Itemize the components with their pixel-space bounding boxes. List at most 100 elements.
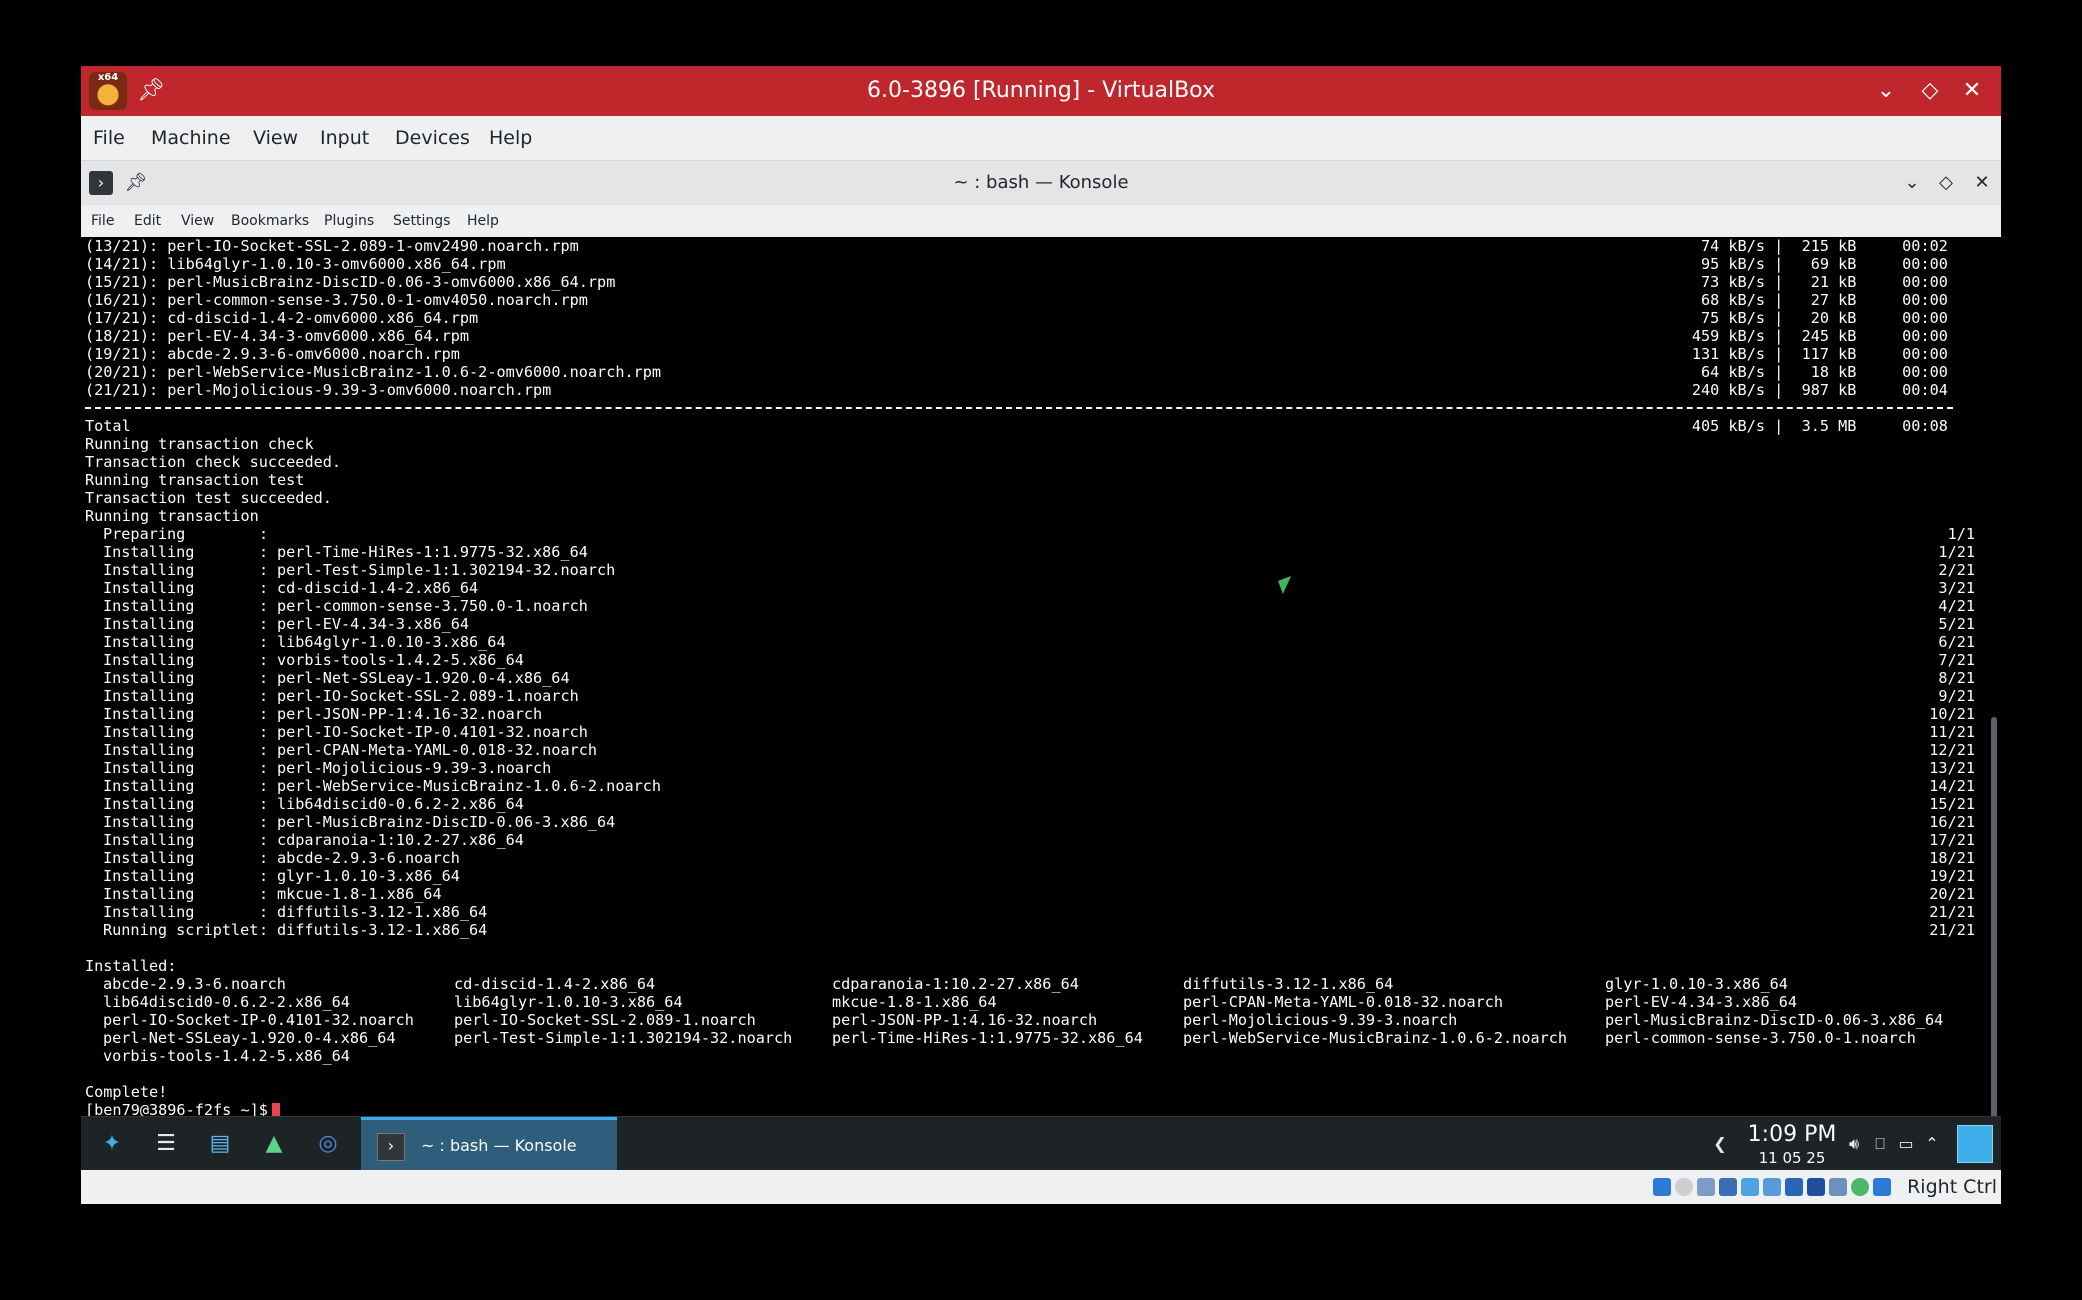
konsole-titlebar[interactable]: › 📌︎ ~ : bash — Konsole ⌄ ◇ ✕ xyxy=(81,161,2001,205)
konsole-menu-settings[interactable]: Settings xyxy=(393,205,450,237)
display-icon[interactable] xyxy=(1785,1178,1803,1196)
cpu-icon[interactable] xyxy=(1829,1178,1847,1196)
step-action: Installing xyxy=(103,723,195,741)
usb-icon[interactable] xyxy=(1741,1178,1759,1196)
minimize-icon[interactable]: ⌄ xyxy=(1897,168,1927,198)
step-package: cd-discid-1.4-2.x86_64 xyxy=(277,579,479,597)
step-package: vorbis-tools-1.4.2-5.x86_64 xyxy=(277,651,524,669)
download-name: (19/21): abcde-2.9.3-6-omv6000.noarch.rp… xyxy=(85,345,460,363)
konsole-menu-edit[interactable]: Edit xyxy=(134,205,161,237)
stat-gap xyxy=(1856,309,1902,327)
battery-icon[interactable]: ▭ xyxy=(1895,1133,1917,1155)
menu-machine[interactable]: Machine xyxy=(151,116,231,160)
clock-time[interactable]: 1:09 PM xyxy=(1747,1122,1837,1147)
step-action: Preparing xyxy=(103,525,186,543)
audio-icon[interactable] xyxy=(1697,1178,1715,1196)
step-action: Installing xyxy=(103,669,195,687)
menu-file[interactable]: File xyxy=(93,116,125,160)
network-adapter-icon[interactable] xyxy=(1719,1178,1737,1196)
download-stats: 131 kB/s | 117 kB 00:00 xyxy=(1685,345,1948,363)
install-step-line: Installing: abcde-2.9.3-6.noarch 18/21 xyxy=(85,849,1975,867)
minimize-icon[interactable]: ⌄ xyxy=(1871,76,1901,106)
optical-drive-icon[interactable] xyxy=(1675,1178,1693,1196)
step-progress: 10/21 xyxy=(1929,705,1975,723)
terminal-scrollbar[interactable] xyxy=(1991,717,1997,1122)
menu-devices[interactable]: Devices xyxy=(395,116,470,160)
show-desktop-button[interactable] xyxy=(1957,1125,1993,1163)
download-name: (14/21): lib64glyr-1.0.10-3-omv6000.x86_… xyxy=(85,255,506,273)
step-progress: 13/21 xyxy=(1929,759,1975,777)
installed-row: vorbis-tools-1.4.2-5.x86_64 xyxy=(85,1047,1975,1065)
konsole-menu-bookmarks[interactable]: Bookmarks xyxy=(231,205,309,237)
konsole-menu-view[interactable]: View xyxy=(181,205,214,237)
clock-date[interactable]: 11 05 25 xyxy=(1747,1149,1837,1167)
maximize-icon[interactable]: ◇ xyxy=(1915,76,1945,106)
step-colon: : xyxy=(259,579,269,597)
network-icon[interactable]: ⎕ xyxy=(1869,1133,1891,1155)
terminal-view[interactable]: (13/21): perl-IO-Socket-SSL-2.089-1-omv2… xyxy=(81,237,2001,1181)
step-colon: : xyxy=(259,813,269,831)
keyboard-capture-icon[interactable] xyxy=(1873,1178,1891,1196)
konsole-menu-plugins[interactable]: Plugins xyxy=(324,205,374,237)
tray-expand-icon[interactable]: ⌃ xyxy=(1921,1133,1943,1155)
step-colon: : xyxy=(259,885,269,903)
menu-view[interactable]: View xyxy=(253,116,298,160)
back-arrow-icon[interactable]: ❮ xyxy=(1709,1133,1731,1155)
step-colon: : xyxy=(259,849,269,867)
browser-icon[interactable]: ◎ xyxy=(311,1127,345,1161)
stat-gap xyxy=(1856,381,1902,399)
konsole-menu-help[interactable]: Help xyxy=(467,205,499,237)
step-package: abcde-2.9.3-6.noarch xyxy=(277,849,460,867)
application-launcher-icon[interactable]: ✦ xyxy=(95,1127,129,1161)
step-action: Installing xyxy=(103,561,195,579)
step-package: perl-Net-SSLeay-1.920.0-4.x86_64 xyxy=(277,669,570,687)
maximize-icon[interactable]: ◇ xyxy=(1931,168,1961,198)
download-line: (18/21): perl-EV-4.34-3-omv6000.x86_64.r… xyxy=(85,327,1975,345)
installed-package: perl-WebService-MusicBrainz-1.0.6-2.noar… xyxy=(1183,1029,1568,1047)
volume-icon[interactable]: 🔊︎ xyxy=(1843,1133,1865,1155)
hard-disk-icon[interactable] xyxy=(1653,1178,1671,1196)
mouse-integration-icon[interactable] xyxy=(1851,1178,1869,1196)
install-step-line: Installing: perl-EV-4.34-3.x86_64 5/21 xyxy=(85,615,1975,633)
vbox-statusbar: Right Ctrl xyxy=(81,1170,2001,1204)
stat-separator: | xyxy=(1765,381,1793,399)
close-icon[interactable]: ✕ xyxy=(1967,168,1997,198)
step-package: mkcue-1.8-1.x86_64 xyxy=(277,885,442,903)
installed-package: perl-IO-Socket-IP-0.4101-32.noarch xyxy=(103,1011,414,1029)
install-step-line: Installing: lib64discid0-0.6.2-2.x86_64 15… xyxy=(85,795,1975,813)
file-manager-icon[interactable]: ▤ xyxy=(203,1127,237,1161)
system-settings-icon[interactable]: ☰ xyxy=(149,1127,183,1161)
menu-input[interactable]: Input xyxy=(320,116,369,160)
total-time: 00:08 xyxy=(1902,417,1948,435)
menu-help[interactable]: Help xyxy=(489,116,532,160)
download-line: (21/21): perl-Mojolicious-9.39-3-omv6000… xyxy=(85,381,1975,399)
shared-folders-icon[interactable] xyxy=(1763,1178,1781,1196)
step-progress: 9/21 xyxy=(1938,687,1975,705)
install-step-line: Installing: lib64glyr-1.0.10-3.x86_64 6/21 xyxy=(85,633,1975,651)
step-progress: 20/21 xyxy=(1929,885,1975,903)
close-icon[interactable]: ✕ xyxy=(1957,76,1987,106)
step-colon: : xyxy=(259,669,269,687)
recording-icon[interactable] xyxy=(1807,1178,1825,1196)
download-speed: 64 kB/s xyxy=(1700,363,1765,381)
download-speed: 73 kB/s xyxy=(1700,273,1765,291)
step-colon: : xyxy=(259,741,269,759)
step-package: lib64glyr-1.0.10-3.x86_64 xyxy=(277,633,506,651)
image-viewer-icon[interactable]: ▲ xyxy=(257,1127,291,1161)
install-step-line: Installing: perl-IO-Socket-IP-0.4101-32.n… xyxy=(85,723,1975,741)
konsole-menu-file[interactable]: File xyxy=(91,205,114,237)
step-package: perl-MusicBrainz-DiscID-0.06-3.x86_64 xyxy=(277,813,616,831)
step-colon: : xyxy=(259,723,269,741)
stat-separator: | xyxy=(1765,273,1793,291)
step-action: Installing xyxy=(103,597,195,615)
task-konsole[interactable]: › ~ : bash — Konsole xyxy=(361,1117,617,1171)
vbox-titlebar[interactable]: x64 📌︎ 6.0-3896 [Running] - VirtualBox ⌄… xyxy=(81,66,2001,116)
installed-row: abcde-2.9.3-6.noarch cd-discid-1.4-2.x86_… xyxy=(85,975,1975,993)
complete-line: Complete! xyxy=(85,1083,168,1101)
install-step-line: Installing: perl-IO-Socket-SSL-2.089-1.no… xyxy=(85,687,1975,705)
step-progress: 19/21 xyxy=(1929,867,1975,885)
total-stats: 405 kB/s | 3.5 MB 00:08 xyxy=(1685,417,1948,435)
step-action: Installing xyxy=(103,903,195,921)
step-package: diffutils-3.12-1.x86_64 xyxy=(277,903,488,921)
